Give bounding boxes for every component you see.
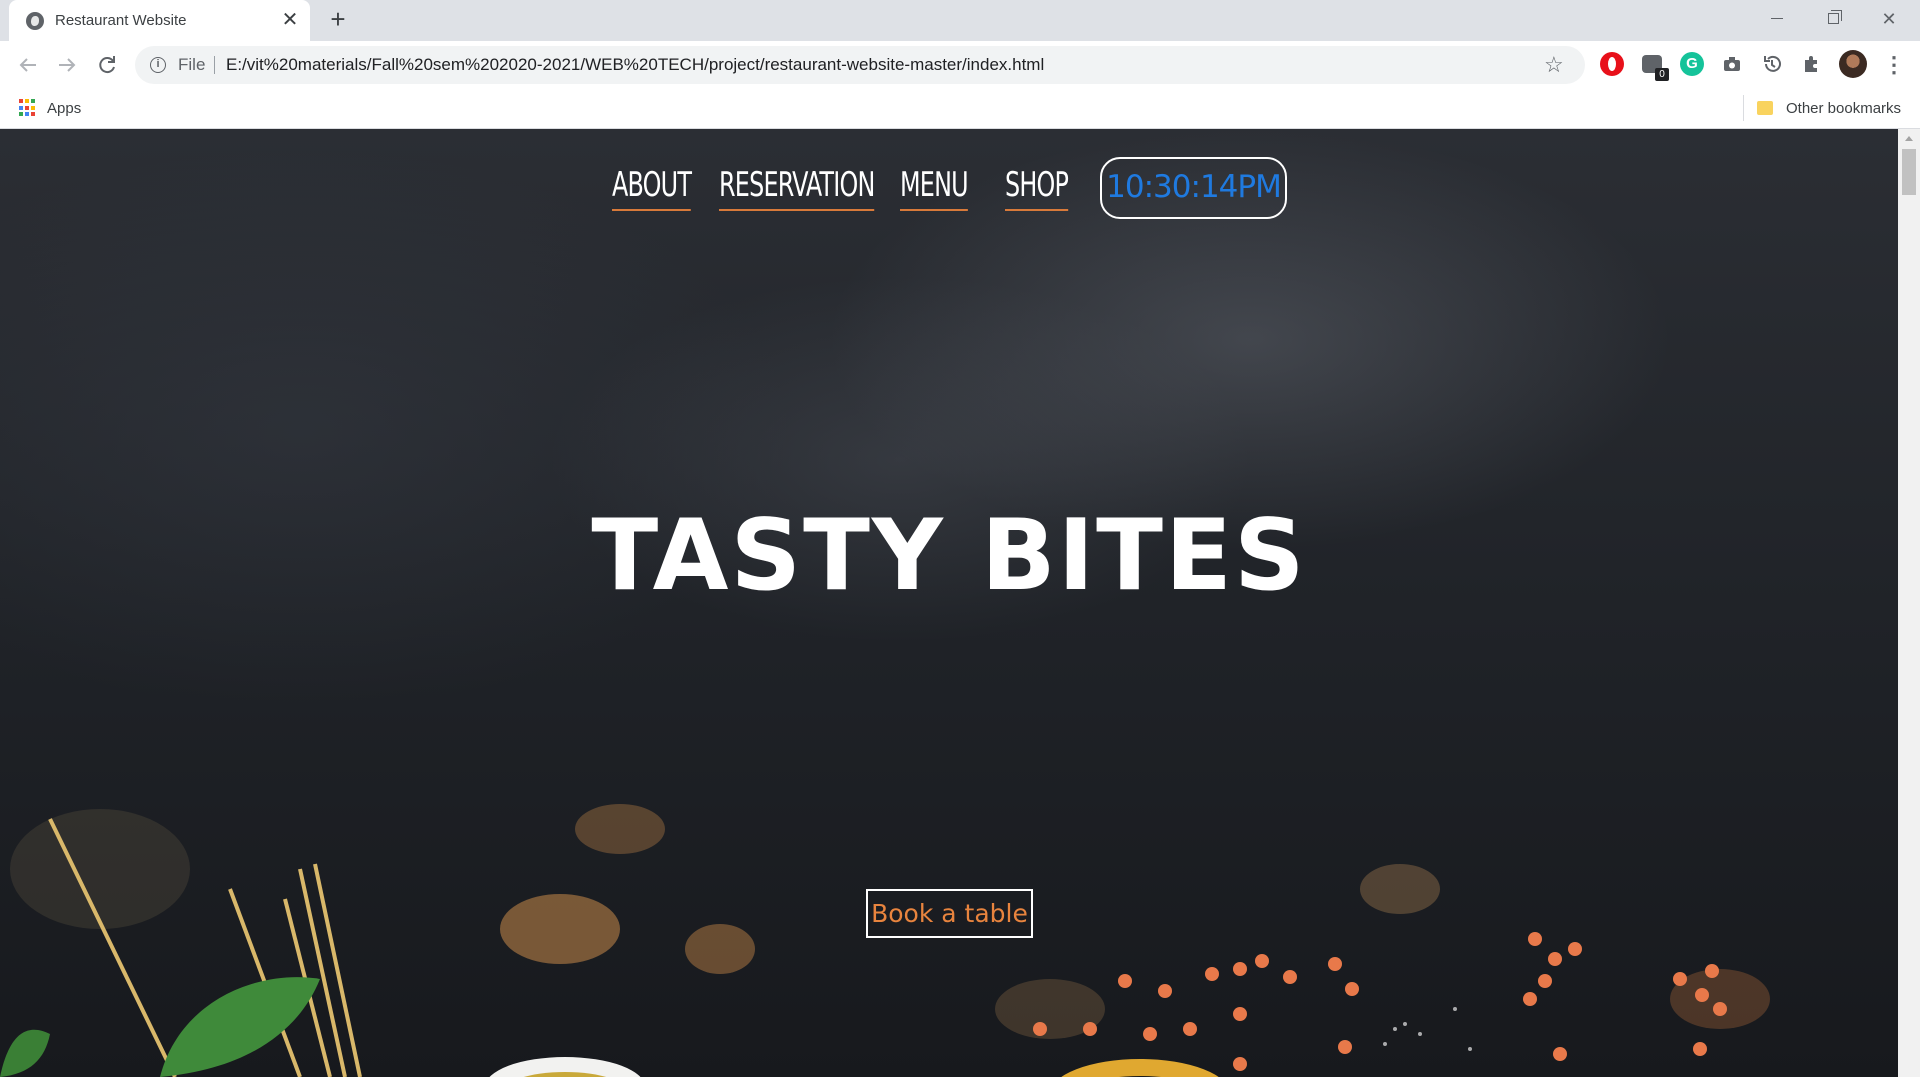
url-scheme: File: [178, 55, 206, 74]
back-icon[interactable]: [12, 49, 44, 81]
page-viewport: ABOUT RESERVATION MENU SHOP 10:30:14PM T…: [0, 129, 1898, 1077]
extension-badge: 0: [1655, 68, 1669, 81]
nav-link-shop[interactable]: SHOP: [1005, 165, 1069, 211]
restore-button[interactable]: [1805, 0, 1861, 38]
globe-icon: [26, 12, 44, 30]
browser-tab-strip: Restaurant Website ✕ + ✕: [0, 0, 1920, 41]
info-icon[interactable]: i: [150, 57, 166, 73]
grammarly-icon[interactable]: G: [1680, 52, 1704, 76]
new-tab-button[interactable]: +: [324, 6, 352, 34]
clock-display: 10:30:14PM: [1100, 157, 1287, 219]
scrollbar-thumb[interactable]: [1902, 149, 1916, 195]
other-bookmarks[interactable]: Other bookmarks: [1786, 100, 1901, 117]
avatar[interactable]: [1839, 50, 1867, 78]
history-icon[interactable]: [1760, 52, 1784, 76]
minimize-button[interactable]: [1749, 0, 1805, 38]
browser-toolbar: i File E:/vit%20materials/Fall%20sem%202…: [0, 41, 1920, 89]
puzzle-icon[interactable]: [1800, 52, 1824, 76]
apps-icon[interactable]: [19, 99, 37, 117]
nav-link-menu[interactable]: MENU: [900, 165, 969, 211]
star-icon[interactable]: ☆: [1544, 52, 1564, 78]
site-navigation: ABOUT RESERVATION MENU SHOP 10:30:14PM: [0, 157, 1898, 219]
address-bar[interactable]: i File E:/vit%20materials/Fall%20sem%202…: [135, 46, 1585, 84]
scroll-up-icon[interactable]: [1905, 136, 1913, 141]
bookmarks-divider: [1743, 95, 1744, 121]
url-separator: [214, 56, 215, 74]
tab-close-icon[interactable]: ✕: [278, 8, 302, 32]
close-window-button[interactable]: ✕: [1861, 0, 1917, 38]
apps-bookmark[interactable]: Apps: [47, 100, 81, 117]
book-table-button[interactable]: Book a table: [866, 889, 1033, 938]
browser-tab[interactable]: Restaurant Website ✕: [9, 0, 310, 41]
url-text[interactable]: E:/vit%20materials/Fall%20sem%202020-202…: [226, 55, 1044, 75]
tab-title: Restaurant Website: [55, 12, 187, 29]
folder-icon: [1757, 101, 1773, 115]
page-scrollbar[interactable]: [1898, 129, 1920, 1077]
forward-icon[interactable]: [51, 49, 83, 81]
more-icon[interactable]: ⋮: [1880, 49, 1908, 81]
nav-link-reservation[interactable]: RESERVATION: [719, 165, 875, 211]
restore-icon: [1828, 10, 1842, 24]
reload-icon[interactable]: [91, 49, 123, 81]
bookmarks-bar: Apps Other bookmarks: [0, 89, 1920, 129]
minimize-icon: [1771, 18, 1783, 19]
nav-link-about[interactable]: ABOUT: [612, 165, 692, 211]
camera-icon[interactable]: [1720, 52, 1744, 76]
opera-icon[interactable]: [1600, 52, 1624, 76]
hero-title: TASTY BITES: [591, 499, 1307, 613]
